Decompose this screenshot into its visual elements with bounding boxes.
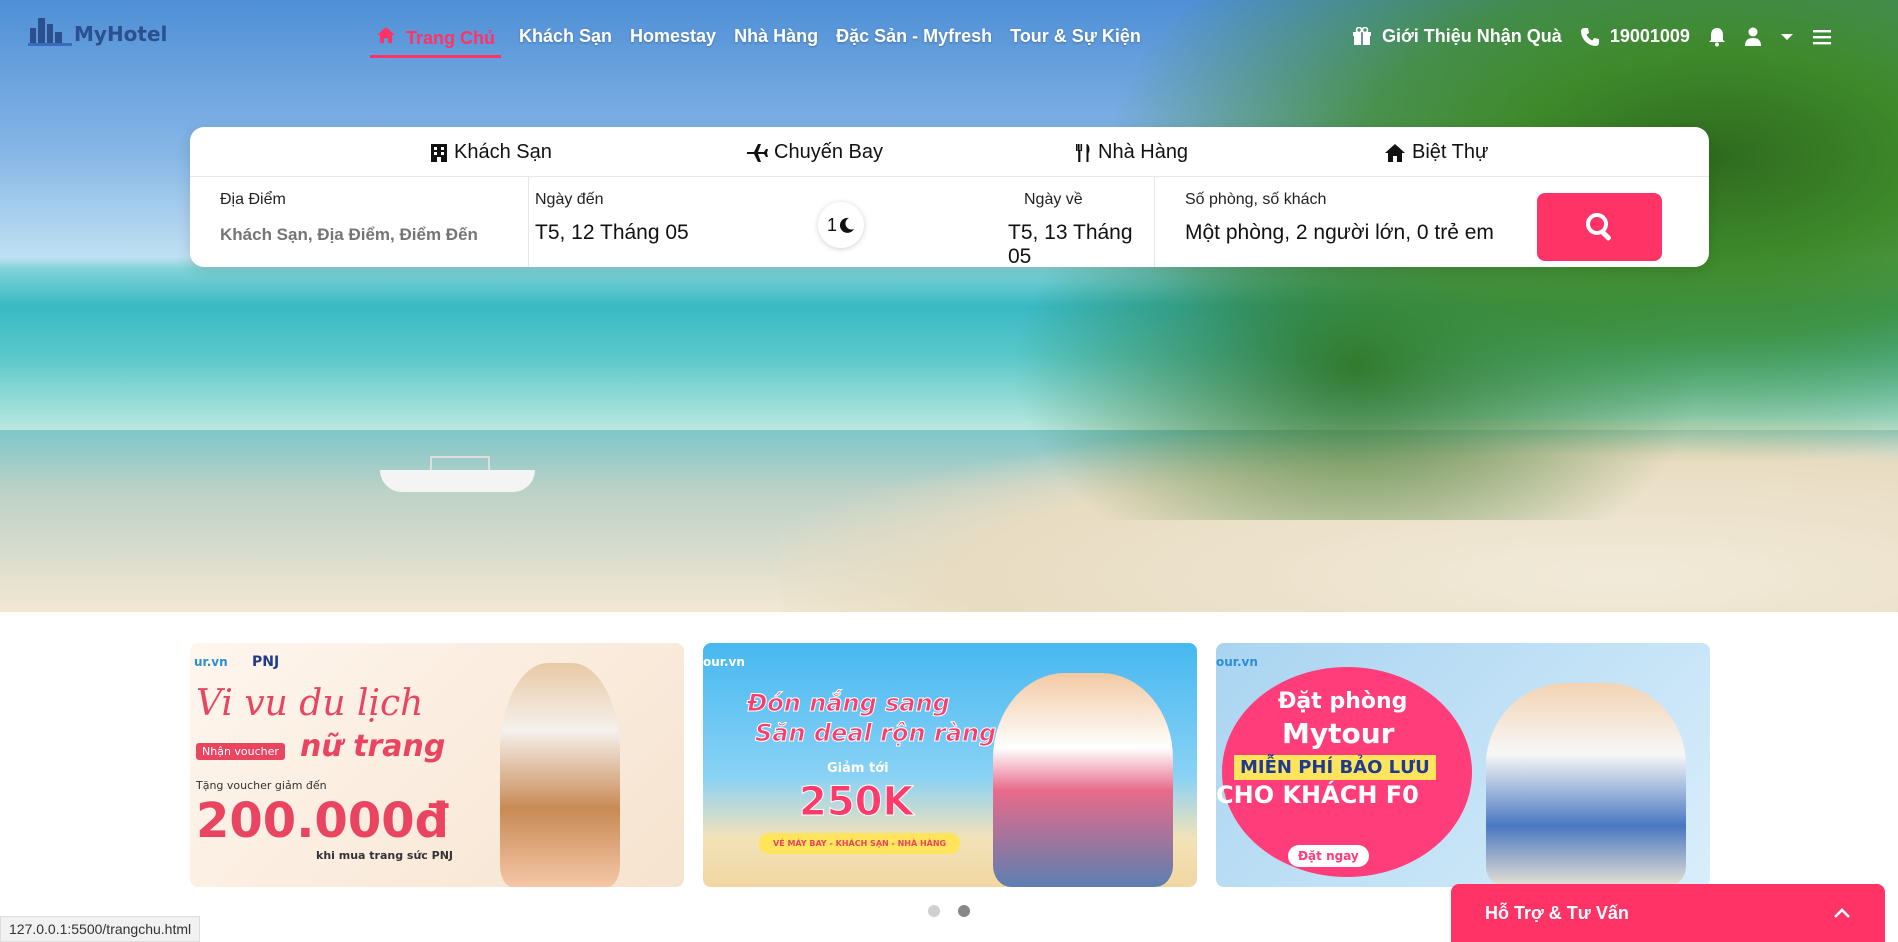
- promo-banner-f0[interactable]: our.vn Đặt phòng Mytour MIỄN PHÍ BẢO LƯU…: [1216, 643, 1710, 887]
- checkout-field[interactable]: Ngày về T5, 13 Tháng 05: [1008, 177, 1158, 268]
- tab-label: Biệt Thự: [1412, 141, 1489, 163]
- banner-sub: Tặng voucher giảm đến: [196, 779, 327, 792]
- nav-item-label: Trang Chủ: [406, 28, 495, 48]
- banner-amount: 250K: [799, 779, 914, 826]
- support-chat-bar[interactable]: Hỗ Trợ & Tư Vấn: [1451, 884, 1885, 942]
- banner-note: khi mua trang sức PNJ: [316, 849, 454, 862]
- menu-icon[interactable]: [1812, 29, 1832, 45]
- banner-amount: CHO KHÁCH F0: [1216, 781, 1419, 809]
- home-icon: [377, 27, 395, 43]
- nav-item-restaurants[interactable]: Nhà Hàng: [734, 26, 818, 58]
- banner-headline: Mytour: [1282, 717, 1395, 750]
- tab-restaurants[interactable]: Nhà Hàng: [1076, 141, 1188, 164]
- search-card: Khách Sạn Chuyến Bay Nhà Hàng Biệt Thự Đ…: [190, 127, 1709, 268]
- banner-brand: ur.vn: [194, 655, 228, 669]
- checkout-label: Ngày về: [1024, 191, 1083, 208]
- nav-item-home[interactable]: Trang Chủ: [370, 26, 501, 58]
- nav-item-tours[interactable]: Tour & Sự Kiện: [1010, 26, 1141, 58]
- banner-headline: Đón nắng sang: [747, 689, 951, 718]
- search-icon: [1585, 213, 1611, 241]
- support-label: Hỗ Trợ & Tư Vấn: [1485, 902, 1629, 923]
- promo-banner-summer[interactable]: our.vn Đón nắng sang Săn deal rộn ràng G…: [703, 643, 1197, 887]
- main-menu: Trang Chủ Khách Sạn Homestay Nhà Hàng Đặ…: [370, 26, 1141, 58]
- banner-tag: Nhận voucher: [196, 743, 285, 760]
- search-tabs: Khách Sạn Chuyến Bay Nhà Hàng Biệt Thự: [190, 127, 1709, 177]
- guests-field[interactable]: Số phòng, số khách Một phòng, 2 người lớ…: [1185, 177, 1525, 267]
- gift-icon: [1353, 26, 1371, 45]
- tab-label: Khách Sạn: [454, 141, 552, 163]
- hotline-link[interactable]: 19001009: [1580, 26, 1690, 47]
- guests-value: Một phòng, 2 người lớn, 0 trẻ em: [1185, 221, 1494, 244]
- carousel-dot[interactable]: [928, 905, 940, 917]
- search-button[interactable]: [1537, 193, 1662, 261]
- guests-label: Số phòng, số khách: [1185, 191, 1327, 208]
- banner-brand: our.vn: [703, 655, 745, 669]
- plane-icon: [747, 143, 768, 162]
- nights-counter: 1: [818, 202, 864, 248]
- nav-item-hotels[interactable]: Khách Sạn: [519, 26, 612, 58]
- carousel-dot-active[interactable]: [958, 905, 970, 917]
- promo-carousel: ur.vn PNJ Vi vu du lịch Nhận voucher nữ …: [190, 643, 1710, 887]
- hotel-icon: [431, 143, 447, 162]
- tab-hotels[interactable]: Khách Sạn: [430, 141, 552, 164]
- banner-headline: nữ trang: [300, 729, 446, 764]
- banner-sub: MIỄN PHÍ BẢO LƯU: [1234, 755, 1436, 780]
- tab-label: Chuyến Bay: [774, 141, 883, 163]
- logo-skyline-icon: [28, 16, 72, 46]
- divider: [1154, 177, 1155, 267]
- referral-label: Giới Thiệu Nhận Quà: [1382, 26, 1562, 46]
- banner-cta[interactable]: Đặt ngay: [1288, 845, 1369, 867]
- top-navbar: MyHotel Trang Chủ Khách Sạn Homestay Nhà…: [0, 0, 1898, 76]
- banner-headline: Vi vu du lịch: [196, 683, 424, 724]
- caret-down-icon[interactable]: [1780, 32, 1794, 42]
- location-label: Địa Điểm: [220, 191, 286, 208]
- hero-background: [0, 0, 1898, 612]
- checkout-value: T5, 13 Tháng 05: [1008, 221, 1133, 268]
- logo[interactable]: MyHotel: [28, 16, 167, 46]
- logo-text: MyHotel: [74, 22, 168, 46]
- location-input[interactable]: [220, 225, 510, 245]
- carousel-dots: [928, 905, 970, 917]
- banner-partner: PNJ: [252, 654, 280, 670]
- nav-item-homestay[interactable]: Homestay: [630, 26, 716, 58]
- browser-status-url: 127.0.0.1:5500/trangchu.html: [0, 916, 201, 942]
- banner-amount: 200.000đ: [196, 793, 449, 849]
- utensils-icon: [1076, 143, 1090, 162]
- banner-sub: Giảm tới: [827, 761, 889, 776]
- banner-family-image: [993, 673, 1173, 887]
- moon-icon: [839, 217, 854, 233]
- referral-link[interactable]: Giới Thiệu Nhận Quà: [1352, 26, 1562, 47]
- banner-brand: our.vn: [1216, 655, 1258, 669]
- hotline-number: 19001009: [1609, 26, 1690, 46]
- location-field[interactable]: Địa Điểm: [220, 177, 520, 267]
- nav-item-specialties[interactable]: Đặc Sản - Myfresh: [836, 26, 992, 58]
- bell-icon[interactable]: [1708, 27, 1726, 47]
- right-nav: Giới Thiệu Nhận Quà 19001009: [1352, 26, 1832, 47]
- phone-icon: [1580, 27, 1599, 46]
- checkin-field[interactable]: Ngày đến T5, 12 Tháng 05: [535, 177, 755, 267]
- banner-model-image: [500, 663, 620, 887]
- boat: [380, 470, 535, 492]
- tab-label: Nhà Hàng: [1098, 141, 1189, 163]
- promo-banner-pnj[interactable]: ur.vn PNJ Vi vu du lịch Nhận voucher nữ …: [190, 643, 684, 887]
- chevron-up-icon[interactable]: [1833, 907, 1851, 919]
- nights-value: 1: [826, 214, 837, 235]
- banner-headline: Đặt phòng: [1278, 689, 1408, 714]
- banner-headline: Săn deal rộn ràng: [754, 719, 997, 748]
- checkin-value: T5, 12 Tháng 05: [535, 221, 689, 244]
- tab-flights[interactable]: Chuyến Bay: [746, 141, 883, 164]
- house-icon: [1385, 143, 1405, 162]
- banner-family-image: [1486, 683, 1686, 887]
- tab-villas[interactable]: Biệt Thự: [1384, 141, 1488, 164]
- divider: [528, 177, 529, 267]
- banner-note: VÉ MÁY BAY - KHÁCH SẠN - NHÀ HÀNG: [759, 833, 961, 854]
- user-icon[interactable]: [1744, 27, 1762, 47]
- checkin-label: Ngày đến: [535, 191, 604, 208]
